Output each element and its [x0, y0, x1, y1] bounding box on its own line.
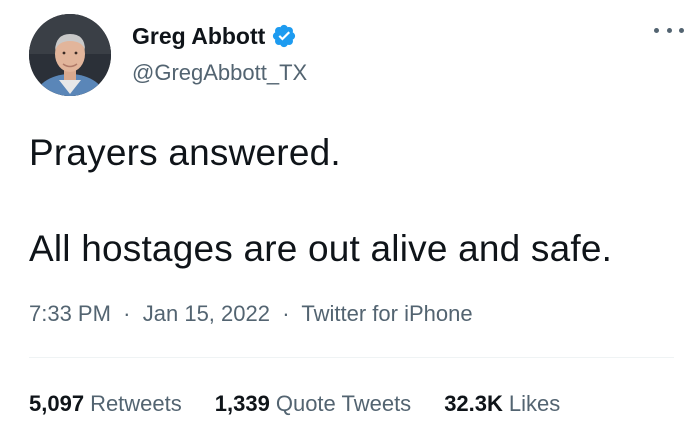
tweet-stats: 5,097 Retweets 1,339 Quote Tweets 32.3K …: [29, 390, 560, 418]
tweet-date[interactable]: Jan 15, 2022: [143, 301, 270, 326]
likes-stat[interactable]: 32.3K Likes: [444, 390, 560, 418]
likes-count: 32.3K: [444, 391, 503, 416]
quote-tweets-stat[interactable]: 1,339 Quote Tweets: [215, 390, 411, 418]
tweet-source[interactable]: Twitter for iPhone: [301, 301, 472, 326]
tweet-card: Greg Abbott @GregAbbott_TX Prayers answe…: [0, 0, 700, 445]
tweet-meta: 7:33 PM · Jan 15, 2022 · Twitter for iPh…: [29, 300, 473, 328]
divider: [29, 357, 674, 358]
quote-tweets-label: Quote Tweets: [275, 391, 412, 416]
meta-separator: ·: [117, 301, 137, 326]
avatar-photo: [29, 14, 111, 96]
more-options-icon[interactable]: [654, 22, 684, 38]
retweets-count: 5,097: [29, 391, 85, 416]
tweet-text-line-1: Prayers answered.: [29, 132, 341, 173]
likes-label: Likes: [508, 391, 561, 416]
tweet-time[interactable]: 7:33 PM: [29, 301, 111, 326]
tweet-text-line-2: All hostages are out alive and safe.: [29, 228, 613, 269]
author-name-text: Greg Abbott: [132, 23, 266, 49]
author-handle[interactable]: @GregAbbott_TX: [132, 59, 307, 87]
quote-tweets-count: 1,339: [214, 391, 270, 416]
retweets-label: Retweets: [90, 391, 182, 416]
retweets-stat[interactable]: 5,097 Retweets: [29, 390, 182, 418]
meta-separator: ·: [276, 301, 296, 326]
author-name[interactable]: Greg Abbott: [132, 22, 297, 50]
verified-badge-icon: [271, 23, 297, 49]
avatar[interactable]: [29, 14, 111, 96]
